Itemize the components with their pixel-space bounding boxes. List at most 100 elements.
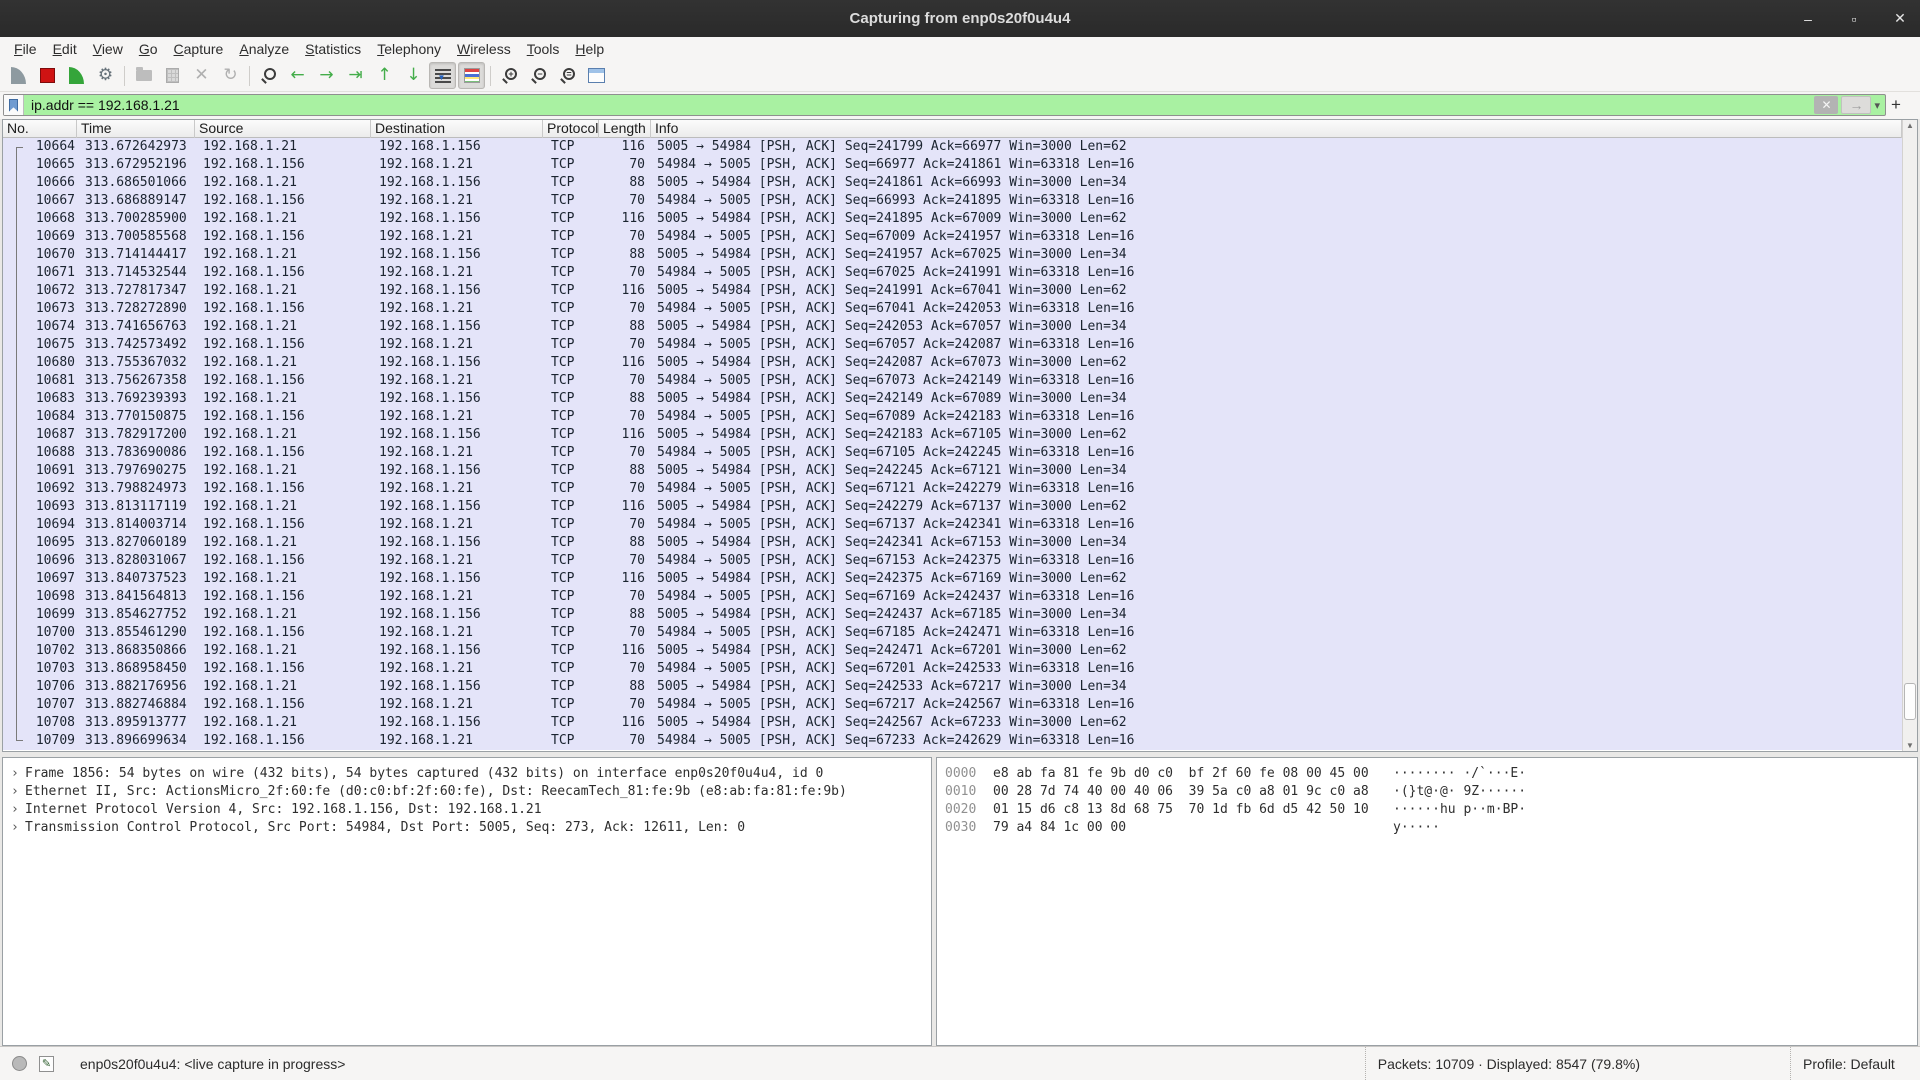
column-header-source[interactable]: Source xyxy=(195,120,371,138)
packet-row-10667[interactable]: 10667313.686889147192.168.1.156192.168.1… xyxy=(3,192,1902,210)
menu-telephony[interactable]: Telephony xyxy=(369,39,449,59)
zoom-reset-button[interactable]: = xyxy=(554,62,581,89)
packet-row-10672[interactable]: 10672313.727817347192.168.1.21192.168.1.… xyxy=(3,282,1902,300)
hex-line-0000[interactable]: 0000e8 ab fa 81 fe 9b d0 c0 bf 2f 60 fe … xyxy=(945,765,1917,783)
capture-comment-icon[interactable]: ✎ xyxy=(39,1056,54,1072)
auto-scroll-button[interactable] xyxy=(429,62,456,89)
packet-row-10675[interactable]: 10675313.742573492192.168.1.156192.168.1… xyxy=(3,336,1902,354)
col-time: 313.798824973 xyxy=(77,480,195,498)
filter-add-button[interactable]: + xyxy=(1885,94,1907,116)
packet-row-10687[interactable]: 10687313.782917200192.168.1.21192.168.1.… xyxy=(3,426,1902,444)
packet-row-10671[interactable]: 10671313.714532544192.168.1.156192.168.1… xyxy=(3,264,1902,282)
detail-line-1[interactable]: ›Ethernet II, Src: ActionsMicro_2f:60:fe… xyxy=(11,783,931,801)
packet-row-10692[interactable]: 10692313.798824973192.168.1.156192.168.1… xyxy=(3,480,1902,498)
packet-row-10697[interactable]: 10697313.840737523192.168.1.21192.168.1.… xyxy=(3,570,1902,588)
column-header-time[interactable]: Time xyxy=(77,120,195,138)
next-packet-button[interactable]: → xyxy=(313,62,340,89)
expand-arrow-icon[interactable]: › xyxy=(11,783,25,801)
menu-view[interactable]: View xyxy=(85,39,131,59)
stop-capture-button[interactable] xyxy=(34,62,61,89)
go-to-packet-button[interactable]: ⇥ xyxy=(342,62,369,89)
scroll-up-icon[interactable]: ▲ xyxy=(1903,121,1917,130)
packet-row-10669[interactable]: 10669313.700585568192.168.1.156192.168.1… xyxy=(3,228,1902,246)
packet-row-10673[interactable]: 10673313.728272890192.168.1.156192.168.1… xyxy=(3,300,1902,318)
menu-help[interactable]: Help xyxy=(567,39,612,59)
col-dst: 192.168.1.21 xyxy=(371,624,543,642)
column-header-no[interactable]: No. xyxy=(3,120,77,138)
packet-row-10707[interactable]: 10707313.882746884192.168.1.156192.168.1… xyxy=(3,696,1902,714)
expert-info-icon[interactable] xyxy=(12,1056,27,1071)
column-header-info[interactable]: Info xyxy=(651,120,1902,138)
detail-line-3[interactable]: ›Transmission Control Protocol, Src Port… xyxy=(11,819,931,837)
menu-file[interactable]: File xyxy=(6,39,45,59)
column-header-destination[interactable]: Destination xyxy=(371,120,543,138)
expand-arrow-icon[interactable]: › xyxy=(11,765,25,783)
packet-row-10696[interactable]: 10696313.828031067192.168.1.156192.168.1… xyxy=(3,552,1902,570)
filter-expression[interactable]: ip.addr == 192.168.1.21 xyxy=(24,97,1814,113)
packet-list-scrollbar[interactable]: ▲ ▼ xyxy=(1902,120,1917,751)
close-button[interactable]: ✕ xyxy=(1890,10,1910,27)
detail-line-2[interactable]: ›Internet Protocol Version 4, Src: 192.1… xyxy=(11,801,931,819)
menu-statistics[interactable]: Statistics xyxy=(297,39,369,59)
filter-bookmark-button[interactable] xyxy=(4,95,24,115)
colorize-button[interactable] xyxy=(458,62,485,89)
packet-row-10703[interactable]: 10703313.868958450192.168.1.156192.168.1… xyxy=(3,660,1902,678)
packet-row-10668[interactable]: 10668313.700285900192.168.1.21192.168.1.… xyxy=(3,210,1902,228)
previous-packet-button[interactable]: ← xyxy=(284,62,311,89)
last-packet-button[interactable]: ↓ xyxy=(400,62,427,89)
display-filter-input[interactable]: ip.addr == 192.168.1.21 ✕ → ▾ xyxy=(3,94,1886,116)
packet-row-10695[interactable]: 10695313.827060189192.168.1.21192.168.1.… xyxy=(3,534,1902,552)
column-header-protocol[interactable]: Protocol xyxy=(543,120,599,138)
menu-wireless[interactable]: Wireless xyxy=(449,39,519,59)
packet-row-10683[interactable]: 10683313.769239393192.168.1.21192.168.1.… xyxy=(3,390,1902,408)
packet-row-10691[interactable]: 10691313.797690275192.168.1.21192.168.1.… xyxy=(3,462,1902,480)
packet-row-10700[interactable]: 10700313.855461290192.168.1.156192.168.1… xyxy=(3,624,1902,642)
menu-go[interactable]: Go xyxy=(131,39,166,59)
zoom-in-button[interactable]: + xyxy=(496,62,523,89)
maximize-button[interactable]: ▫ xyxy=(1844,11,1864,27)
profile-label[interactable]: Profile: Default xyxy=(1790,1047,1920,1080)
scrollbar-thumb[interactable] xyxy=(1904,683,1916,720)
detail-line-0[interactable]: ›Frame 1856: 54 bytes on wire (432 bits)… xyxy=(11,765,931,783)
packet-row-10670[interactable]: 10670313.714144417192.168.1.21192.168.1.… xyxy=(3,246,1902,264)
filter-apply-button[interactable]: → xyxy=(1841,96,1871,114)
scroll-down-icon[interactable]: ▼ xyxy=(1903,741,1917,750)
packet-row-10708[interactable]: 10708313.895913777192.168.1.21192.168.1.… xyxy=(3,714,1902,732)
menu-edit[interactable]: Edit xyxy=(45,39,85,59)
first-packet-button[interactable]: ↑ xyxy=(371,62,398,89)
packet-row-10674[interactable]: 10674313.741656763192.168.1.21192.168.1.… xyxy=(3,318,1902,336)
packet-row-10698[interactable]: 10698313.841564813192.168.1.156192.168.1… xyxy=(3,588,1902,606)
filter-clear-button[interactable]: ✕ xyxy=(1814,96,1838,114)
menu-tools[interactable]: Tools xyxy=(519,39,568,59)
packet-row-10693[interactable]: 10693313.813117119192.168.1.21192.168.1.… xyxy=(3,498,1902,516)
packet-row-10681[interactable]: 10681313.756267358192.168.1.156192.168.1… xyxy=(3,372,1902,390)
packet-row-10702[interactable]: 10702313.868350866192.168.1.21192.168.1.… xyxy=(3,642,1902,660)
packet-row-10709[interactable]: 10709313.896699634192.168.1.156192.168.1… xyxy=(3,732,1902,750)
capture-options-button[interactable]: ⚙ xyxy=(92,62,119,89)
expand-arrow-icon[interactable]: › xyxy=(11,819,25,837)
col-src: 192.168.1.21 xyxy=(195,210,371,228)
filter-dropdown-caret[interactable]: ▾ xyxy=(1874,99,1880,112)
menu-analyze[interactable]: Analyze xyxy=(231,39,297,59)
packet-row-10680[interactable]: 10680313.755367032192.168.1.21192.168.1.… xyxy=(3,354,1902,372)
hex-line-0020[interactable]: 002001 15 d6 c8 13 8d 68 75 70 1d fb 6d … xyxy=(945,801,1917,819)
packet-row-10664[interactable]: 10664313.672642973192.168.1.21192.168.1.… xyxy=(3,138,1902,156)
packet-row-10699[interactable]: 10699313.854627752192.168.1.21192.168.1.… xyxy=(3,606,1902,624)
column-header-length[interactable]: Length xyxy=(599,120,651,138)
restart-capture-button[interactable] xyxy=(63,62,90,89)
packet-row-10694[interactable]: 10694313.814003714192.168.1.156192.168.1… xyxy=(3,516,1902,534)
resize-columns-button[interactable] xyxy=(583,62,610,89)
packet-row-10706[interactable]: 10706313.882176956192.168.1.21192.168.1.… xyxy=(3,678,1902,696)
menu-capture[interactable]: Capture xyxy=(166,39,232,59)
packet-row-10688[interactable]: 10688313.783690086192.168.1.156192.168.1… xyxy=(3,444,1902,462)
find-packet-button[interactable] xyxy=(255,62,282,89)
hex-line-0030[interactable]: 003079 a4 84 1c 00 00y····· xyxy=(945,819,1917,837)
minimize-button[interactable]: – xyxy=(1798,11,1818,27)
zoom-out-button[interactable]: − xyxy=(525,62,552,89)
packet-row-10665[interactable]: 10665313.672952196192.168.1.156192.168.1… xyxy=(3,156,1902,174)
col-no: 10695 xyxy=(3,534,77,552)
packet-row-10684[interactable]: 10684313.770150875192.168.1.156192.168.1… xyxy=(3,408,1902,426)
hex-line-0010[interactable]: 001000 28 7d 74 40 00 40 06 39 5a c0 a8 … xyxy=(945,783,1917,801)
expand-arrow-icon[interactable]: › xyxy=(11,801,25,819)
packet-row-10666[interactable]: 10666313.686501066192.168.1.21192.168.1.… xyxy=(3,174,1902,192)
